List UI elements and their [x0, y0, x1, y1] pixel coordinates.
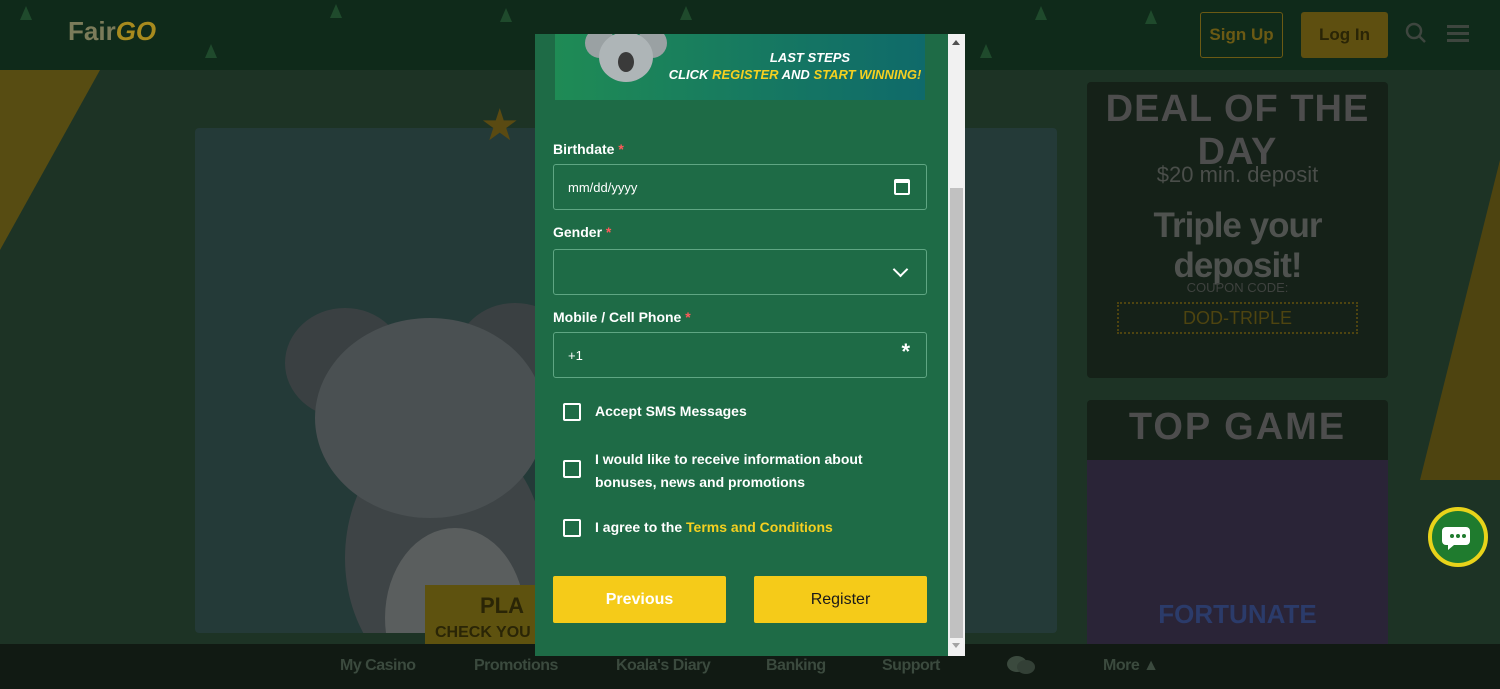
decor-triangle-right [1420, 160, 1500, 480]
terms-link[interactable]: Terms and Conditions [686, 519, 833, 535]
registration-modal: LAST STEPS CLICK REGISTER AND START WINN… [535, 34, 965, 656]
star-icon: ★ [480, 101, 520, 150]
search-icon[interactable] [1405, 22, 1427, 50]
chevron-down-icon [892, 261, 909, 278]
phone-value: +1 [568, 347, 583, 363]
calendar-icon[interactable] [894, 179, 910, 195]
banner-subtitle: CLICK REGISTER AND START WINNING! [668, 67, 922, 82]
phone-label: Mobile / Cell Phone * [553, 309, 691, 325]
play-subtext: CHECK YOU [435, 624, 531, 641]
modal-scrollbar[interactable] [948, 34, 965, 656]
deal-min-deposit: $20 min. deposit [1156, 162, 1319, 187]
previous-button[interactable]: Previous [553, 576, 726, 623]
sms-label: Accept SMS Messages [595, 403, 747, 419]
birthdate-placeholder: mm/dd/yyyy [568, 179, 638, 195]
gender-label: Gender * [553, 224, 612, 240]
chat-bubbles-icon[interactable] [1006, 654, 1036, 676]
log-in-button[interactable]: Log In [1301, 12, 1388, 58]
live-chat-button[interactable] [1428, 507, 1488, 567]
scroll-down-arrow-icon[interactable] [952, 643, 960, 648]
sms-consent-row[interactable]: Accept SMS Messages [563, 403, 923, 423]
terms-label: I agree to the Terms and Conditions [595, 519, 833, 535]
decor-triangle-left [0, 70, 100, 250]
info-checkbox[interactable] [563, 460, 581, 478]
nav-promotions[interactable]: Promotions [474, 657, 558, 675]
top-game-image[interactable]: FORTUNATE [1087, 460, 1388, 650]
birthdate-label: Birthdate * [553, 141, 624, 157]
sign-up-button[interactable]: Sign Up [1200, 12, 1283, 58]
register-button[interactable]: Register [754, 576, 927, 623]
scroll-up-arrow-icon[interactable] [952, 40, 960, 45]
deal-headline: Triple your deposit! [1153, 206, 1323, 285]
top-game-name: FORTUNATE [1158, 599, 1317, 629]
top-game-card[interactable]: TOP GAME FORTUNATE [1087, 400, 1388, 650]
required-asterisk-icon: * [901, 339, 910, 364]
gender-select[interactable] [553, 249, 927, 295]
last-steps-banner: LAST STEPS CLICK REGISTER AND START WINN… [555, 34, 925, 100]
nav-banking[interactable]: Banking [766, 657, 826, 675]
nav-support[interactable]: Support [882, 657, 940, 675]
scroll-thumb[interactable] [950, 188, 963, 638]
nav-more[interactable]: More ▲ [1103, 657, 1159, 675]
site-logo[interactable]: FairGO [68, 16, 156, 47]
nav-my-casino[interactable]: My Casino [340, 657, 416, 675]
phone-input[interactable]: +1 * [553, 332, 927, 378]
coupon-code[interactable]: DOD-TRIPLE [1117, 302, 1358, 334]
terms-checkbox[interactable] [563, 519, 581, 537]
chat-icon [1442, 527, 1470, 550]
nav-koalas-diary[interactable]: Koala's Diary [616, 657, 711, 675]
terms-consent-row[interactable]: I agree to the Terms and Conditions [563, 519, 923, 539]
info-label: I would like to receive information abou… [595, 451, 863, 490]
koala-mascot-icon [585, 34, 667, 100]
info-consent-row[interactable]: I would like to receive information abou… [563, 451, 923, 494]
top-game-title: TOP GAME [1128, 406, 1347, 448]
birthdate-input[interactable]: mm/dd/yyyy [553, 164, 927, 210]
coupon-label: COUPON CODE: [1186, 280, 1289, 295]
hamburger-menu-icon[interactable] [1447, 22, 1469, 48]
banner-title: LAST STEPS [769, 50, 851, 65]
deal-of-the-day-card[interactable]: DEAL OF THE DAY $20 min. deposit Triple … [1087, 82, 1388, 378]
sms-checkbox[interactable] [563, 403, 581, 421]
